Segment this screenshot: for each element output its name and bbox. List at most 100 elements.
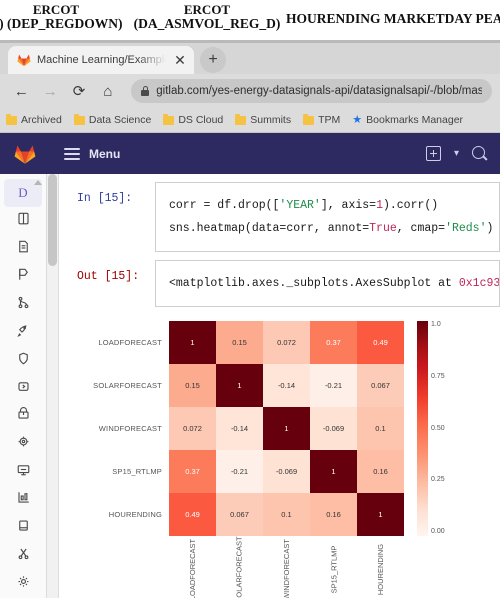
heatmap-col-label: SOLARFORECAST	[235, 536, 245, 598]
new-tab-button[interactable]: +	[200, 47, 226, 73]
browser-tab-title: Machine Learning/Examples/Rea	[37, 54, 166, 66]
sidebar-item-wiki[interactable]	[4, 514, 42, 542]
doc-col2-line1: ERCOT	[183, 2, 231, 17]
main-menu-button[interactable]: Menu	[64, 147, 120, 161]
sidebar-item-monitor[interactable]	[4, 458, 42, 486]
bookmark-ds-cloud[interactable]: DS Cloud	[163, 113, 223, 126]
page-scrollbar[interactable]	[47, 174, 59, 598]
gitlab-fox-icon	[17, 53, 31, 67]
heatmap-cell: 0.15	[169, 364, 216, 407]
bookmark-manager[interactable]: ★ Bookmarks Manager	[352, 114, 463, 126]
cloud-gear-icon	[16, 434, 31, 454]
sidebar-item-analytics[interactable]	[4, 486, 42, 514]
tab-strip: Machine Learning/Examples/Rea ✕ +	[0, 43, 500, 74]
gitlab-tanuki-icon[interactable]	[13, 143, 37, 165]
bookmark-data-science[interactable]: Data Science	[73, 113, 151, 126]
doc-col2-line2: (DA_ASMVOL_REG_D)	[133, 15, 281, 31]
sidebar-item-packages-registries[interactable]	[4, 403, 42, 431]
heatmap-column-labels: LOADFORECAST SOLARFORECAST WINDFORECAST …	[169, 536, 404, 598]
heatmap-plot-area: 1 0.15 0.072 0.37 0.49 0.15 1 -0.14 -0.21 0.067 0.…	[169, 321, 404, 598]
heatmap-cell: 1	[216, 364, 263, 407]
code-token-number: 1	[376, 199, 383, 212]
collapse-caret-icon[interactable]	[34, 180, 42, 185]
heatmap-cell: 0.37	[169, 450, 216, 493]
sidebar-item-settings[interactable]	[4, 570, 42, 598]
deployments-icon	[16, 379, 31, 399]
heatmap-row-label: SOLARFORECAST	[93, 381, 162, 390]
heatmap-row-label: SP15_RTLMP	[112, 467, 162, 476]
book-open-icon	[16, 518, 31, 538]
code-token: )	[486, 222, 494, 235]
heatmap-cell: 0.37	[310, 321, 357, 364]
monitor-icon	[16, 462, 31, 482]
heatmap-cell: 0.49	[169, 493, 216, 536]
output-text-box: <matplotlib.axes._subplots.AxesSubplot a…	[155, 260, 500, 307]
file-doc-icon	[16, 239, 31, 259]
sidebar-item-issues[interactable]	[4, 263, 42, 291]
code-token-keyword: True	[369, 222, 397, 235]
bookmark-archived[interactable]: Archived	[6, 113, 62, 126]
scrollbar-thumb[interactable]	[48, 174, 57, 266]
heatmap-cell: -0.069	[263, 450, 310, 493]
plus-square-icon[interactable]	[425, 146, 441, 161]
heatmap-cell: 0.49	[357, 321, 404, 364]
notebook-output-cell: Out [15]: <matplotlib.axes._subplots.Axe…	[59, 252, 500, 307]
code-token-string: 'Reds'	[445, 222, 487, 235]
shield-icon	[16, 351, 31, 371]
heatmap-cell: 0.1	[357, 407, 404, 450]
heatmap-cell: 0.067	[216, 493, 263, 536]
sidebar-item-infrastructure[interactable]	[4, 430, 42, 458]
sidebar-item-repository[interactable]	[4, 235, 42, 263]
doc-column-1: ERCOT U) (DEP_REGDOWN)	[0, 3, 126, 31]
heatmap-col-label: WINDFORECAST	[282, 539, 291, 598]
sidebar-item-deployments[interactable]	[4, 375, 42, 403]
close-icon[interactable]: ✕	[172, 53, 188, 67]
bookmark-label: TPM	[318, 114, 341, 126]
rocket-icon	[16, 323, 31, 343]
folder-icon	[6, 113, 17, 125]
heatmap-row-labels: LOADFORECAST SOLARFORECAST WINDFORECAST …	[73, 321, 169, 598]
heatmap-cell: -0.14	[216, 407, 263, 450]
heatmap-cell: 0.067	[357, 364, 404, 407]
avatar: D	[18, 184, 28, 200]
bookmark-summits[interactable]: Summits	[235, 113, 291, 126]
home-button[interactable]: ⌂	[94, 77, 121, 105]
address-bar[interactable]: gitlab.com/yes-energy-datasignals-api/da…	[131, 79, 492, 103]
output-address: 0x1c9397f	[458, 277, 500, 290]
code-token: ).corr()	[382, 199, 439, 212]
sidebar-item-snippets[interactable]	[4, 542, 42, 570]
sidebar-item-ci-cd[interactable]	[4, 319, 42, 347]
heatmap-row-label: WINDFORECAST	[98, 424, 162, 433]
search-icon[interactable]	[472, 146, 487, 161]
forward-button[interactable]: →	[37, 77, 64, 105]
chevron-down-icon[interactable]: ▾	[454, 148, 459, 159]
heatmap-col-label: HOURENDING	[376, 543, 386, 596]
reload-button[interactable]: ⟳	[66, 77, 93, 105]
heatmap-cell: 0.072	[169, 407, 216, 450]
heatmap-cell: -0.21	[216, 450, 263, 493]
back-button[interactable]: ←	[8, 77, 35, 105]
code-editor[interactable]: corr = df.drop(['YEAR'], axis=1).corr() …	[155, 182, 500, 252]
heatmap-col-label-wrap: SP15_RTLMP	[310, 536, 357, 598]
merge-request-icon	[16, 295, 31, 315]
heatmap-cell: -0.069	[310, 407, 357, 450]
heatmap-col-label-wrap: SOLARFORECAST	[216, 536, 263, 598]
sidebar-item-project-overview[interactable]	[4, 207, 42, 235]
sidebar-item-merge-requests[interactable]	[4, 291, 42, 319]
bookmark-tpm[interactable]: TPM	[303, 113, 341, 126]
colorbar-tick-label: 0.75	[431, 372, 445, 380]
output-prompt: Out [15]:	[77, 270, 140, 283]
main-menu-label: Menu	[89, 146, 121, 161]
scissors-icon	[16, 546, 31, 566]
document-overlay-header: ERCOT U) (DEP_REGDOWN) ERCOT (DA_ASMVOL_…	[0, 0, 500, 40]
heatmap-col-label-wrap: HOURENDING	[357, 536, 404, 598]
heatmap-col-label: LOADFORECAST	[188, 538, 198, 598]
bookmarks-bar: Archived Data Science DS Cloud Summits T…	[0, 108, 500, 133]
gitlab-navbar: Menu ▾	[0, 133, 500, 174]
code-token: , cmap=	[396, 222, 446, 235]
heatmap-col-label-wrap: WINDFORECAST	[263, 536, 310, 598]
folder-icon	[163, 113, 175, 125]
browser-tab-active[interactable]: Machine Learning/Examples/Rea ✕	[8, 46, 194, 74]
input-prompt: In [15]:	[77, 192, 133, 205]
sidebar-item-security-compliance[interactable]	[4, 347, 42, 375]
